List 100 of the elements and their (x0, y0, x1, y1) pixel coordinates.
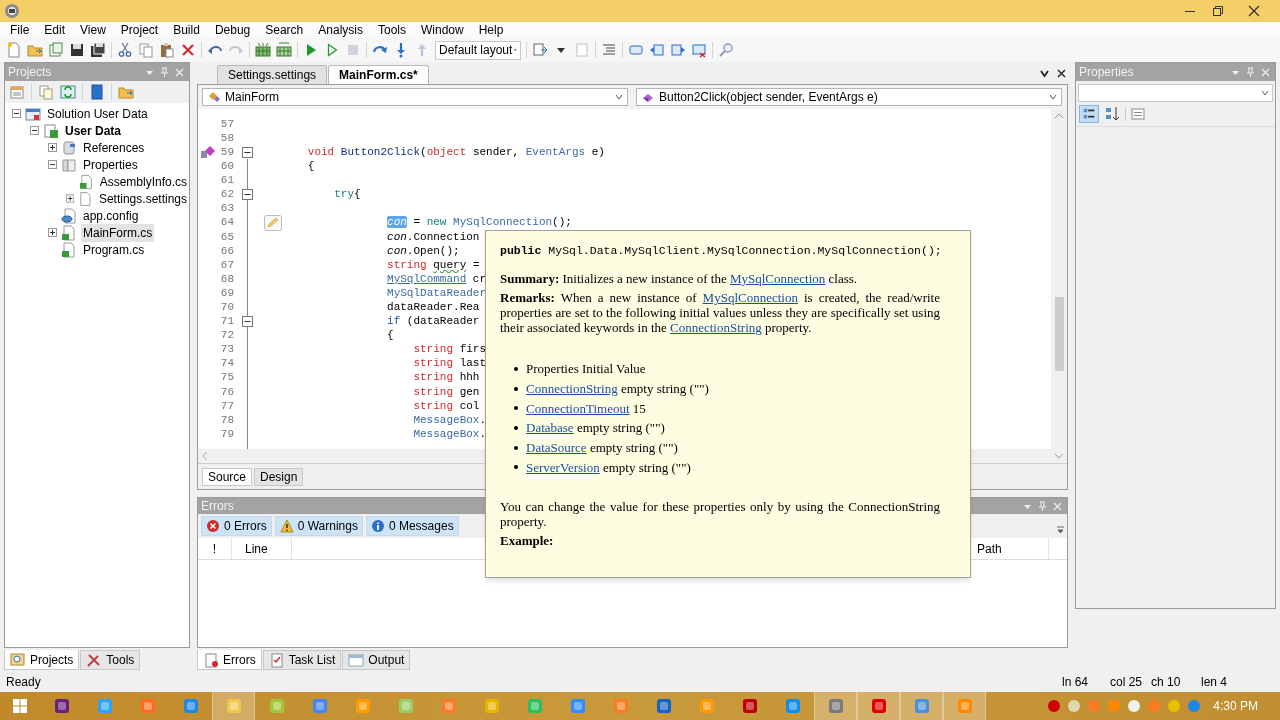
pencil-icon[interactable] (264, 214, 282, 231)
app-icon[interactable] (440, 698, 457, 714)
app-icon[interactable] (913, 698, 930, 714)
filter-button[interactable]: 0 Messages (365, 516, 459, 536)
expand-toggle[interactable] (48, 160, 57, 169)
app-icon[interactable] (569, 698, 586, 714)
scrollbar-thumb[interactable] (1054, 297, 1064, 371)
expand-toggle[interactable] (66, 194, 75, 203)
fold-toggle[interactable] (242, 315, 253, 327)
tray-icon[interactable] (1187, 699, 1202, 713)
copy-icon[interactable] (138, 42, 154, 58)
overflow-icon[interactable] (1057, 526, 1064, 534)
doc-link[interactable]: Database (526, 420, 574, 436)
property-pages-icon[interactable] (1130, 106, 1146, 122)
class-dropdown[interactable]: MainForm (202, 88, 628, 106)
app-icon[interactable] (741, 698, 758, 714)
tab[interactable]: Tools (80, 650, 141, 670)
tree-item[interactable]: app.config (81, 206, 141, 225)
rebuild-icon[interactable] (276, 42, 292, 58)
find-in-files-icon[interactable] (532, 42, 548, 58)
bookmark-clear-icon[interactable] (691, 42, 707, 58)
tree-item[interactable]: MainForm.cs (81, 223, 155, 242)
tree-item[interactable]: AssemblyInfo.cs (97, 172, 189, 191)
filter-button[interactable]: 0 Errors (201, 516, 272, 536)
tree-item[interactable]: Program.cs (81, 240, 147, 259)
column-header[interactable]: Line (232, 538, 292, 559)
scroll-down-icon[interactable] (1055, 453, 1063, 459)
tab[interactable]: Errors (197, 650, 262, 670)
expand-toggle[interactable] (48, 143, 57, 152)
doc-link[interactable]: ConnectionTimeout (526, 400, 630, 416)
app-icon[interactable] (268, 698, 285, 714)
app-icon[interactable] (139, 698, 156, 714)
menu-item[interactable]: Project (113, 21, 166, 39)
menu-item[interactable]: File (3, 21, 37, 39)
refresh-icon[interactable] (60, 84, 76, 100)
tree-item[interactable]: User Data (63, 121, 124, 140)
search-icon[interactable] (718, 42, 734, 58)
menu-item[interactable]: Analysis (311, 21, 370, 39)
app-icon[interactable] (182, 698, 199, 714)
expand-toggle[interactable] (30, 126, 39, 135)
scroll-left-icon[interactable] (202, 452, 208, 460)
tray-icon[interactable] (1127, 699, 1142, 713)
open-folder-icon[interactable] (27, 42, 43, 58)
menu-item[interactable]: Debug (207, 21, 258, 39)
doc-link[interactable]: MySqlConnection (729, 271, 826, 286)
doc-link[interactable]: DataSource (526, 440, 587, 456)
bookmark-icon[interactable] (201, 145, 215, 160)
save-icon[interactable] (69, 42, 85, 58)
tray-icon[interactable] (1067, 699, 1082, 713)
stop-icon[interactable] (345, 42, 361, 58)
collapse-icon[interactable] (89, 84, 105, 100)
app-icon[interactable] (96, 698, 113, 714)
properties-icon[interactable] (9, 84, 25, 100)
fold-toggle[interactable] (242, 146, 253, 158)
save-all-icon[interactable] (90, 42, 106, 58)
document-icon[interactable] (574, 42, 590, 58)
layout-dropdown[interactable]: Default layout (435, 40, 521, 60)
column-header[interactable]: ! (198, 538, 232, 559)
expand-toggle[interactable] (12, 109, 21, 118)
menu-item[interactable]: Tools (370, 21, 413, 39)
menu-item[interactable]: Build (166, 21, 207, 39)
pin-icon[interactable] (160, 67, 169, 77)
comment-icon[interactable] (628, 42, 644, 58)
app-icon[interactable] (526, 698, 543, 714)
cut-icon[interactable] (117, 42, 133, 58)
doc-link[interactable]: ConnectionString (526, 381, 618, 397)
pin-icon[interactable] (1246, 67, 1255, 77)
new-file-icon[interactable] (6, 42, 22, 58)
build-icon[interactable] (255, 42, 271, 58)
close-icon[interactable] (1057, 69, 1066, 78)
indent-icon[interactable] (601, 42, 617, 58)
doc-link[interactable]: ServerVersion (526, 459, 600, 475)
app-icon[interactable] (698, 698, 715, 714)
menu-item[interactable]: Edit (37, 21, 73, 39)
tab-list-icon[interactable] (1040, 69, 1049, 78)
tree-item[interactable]: Properties (81, 155, 140, 174)
tree-item[interactable]: Solution User Data (45, 104, 150, 123)
tree-item[interactable]: Settings.settings (96, 189, 189, 208)
app-icon[interactable] (53, 698, 70, 714)
app-icon[interactable] (827, 698, 844, 714)
scroll-up-icon[interactable] (1055, 113, 1063, 119)
member-dropdown[interactable]: Button2Click(object sender, EventArgs e) (636, 88, 1062, 106)
open-folder-icon[interactable] (118, 84, 134, 100)
tab[interactable]: Projects (4, 650, 80, 670)
app-icon[interactable] (311, 698, 328, 714)
app-icon[interactable] (354, 698, 371, 714)
app-icon[interactable] (397, 698, 414, 714)
app-icon[interactable] (870, 698, 887, 714)
app-icon[interactable] (784, 698, 801, 714)
menu-item[interactable]: Window (414, 21, 471, 39)
app-icon[interactable] (655, 698, 672, 714)
delete-icon[interactable] (180, 42, 196, 58)
menu-item[interactable]: Search (258, 21, 311, 39)
tray-icon[interactable] (1167, 699, 1182, 713)
show-all-files-icon[interactable] (38, 84, 54, 100)
pin-icon[interactable] (1038, 501, 1047, 511)
app-icon[interactable] (483, 698, 500, 714)
doc-link[interactable]: MySqlConnection (702, 290, 798, 305)
document-tab[interactable]: Settings.settings (217, 65, 328, 84)
menu-item[interactable]: Help (471, 21, 511, 39)
